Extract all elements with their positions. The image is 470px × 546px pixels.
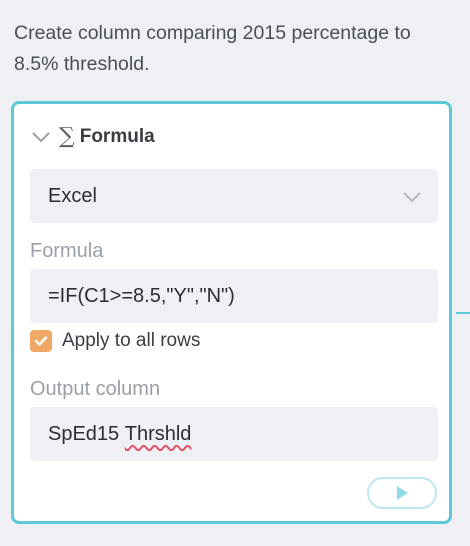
apply-all-rows-checkbox[interactable] <box>30 330 52 352</box>
card-header[interactable]: ∑ Formula <box>30 124 155 150</box>
output-column-input[interactable]: SpEd15 Thrshld <box>30 407 438 461</box>
checkmark-icon <box>34 336 48 346</box>
output-column-value-part2: Thrshld <box>124 422 192 445</box>
chevron-down-icon[interactable] <box>30 130 52 144</box>
chevron-down-icon <box>403 192 421 203</box>
run-button[interactable] <box>367 477 437 509</box>
apply-all-rows-label: Apply to all rows <box>62 330 201 351</box>
play-icon <box>397 486 408 500</box>
formula-label: Formula <box>30 240 104 262</box>
connector-line <box>456 312 470 314</box>
engine-select[interactable]: Excel <box>30 169 438 223</box>
sigma-icon: ∑ <box>59 124 75 149</box>
formula-input[interactable]: =IF(C1>=8.5,"Y","N") <box>30 269 438 323</box>
output-column-value-part1: SpEd15 <box>48 422 120 445</box>
formula-input-value: =IF(C1>=8.5,"Y","N") <box>48 284 235 307</box>
prompt-text: Create column comparing 2015 percentage … <box>14 22 411 75</box>
card-title: Formula <box>79 126 155 147</box>
apply-all-rows-checkbox-row[interactable]: Apply to all rows <box>30 328 200 354</box>
engine-select-value: Excel <box>48 184 97 207</box>
formula-card: ∑ Formula Excel Formula =IF(C1>=8.5,"Y",… <box>11 101 452 524</box>
output-column-label: Output column <box>30 378 161 400</box>
